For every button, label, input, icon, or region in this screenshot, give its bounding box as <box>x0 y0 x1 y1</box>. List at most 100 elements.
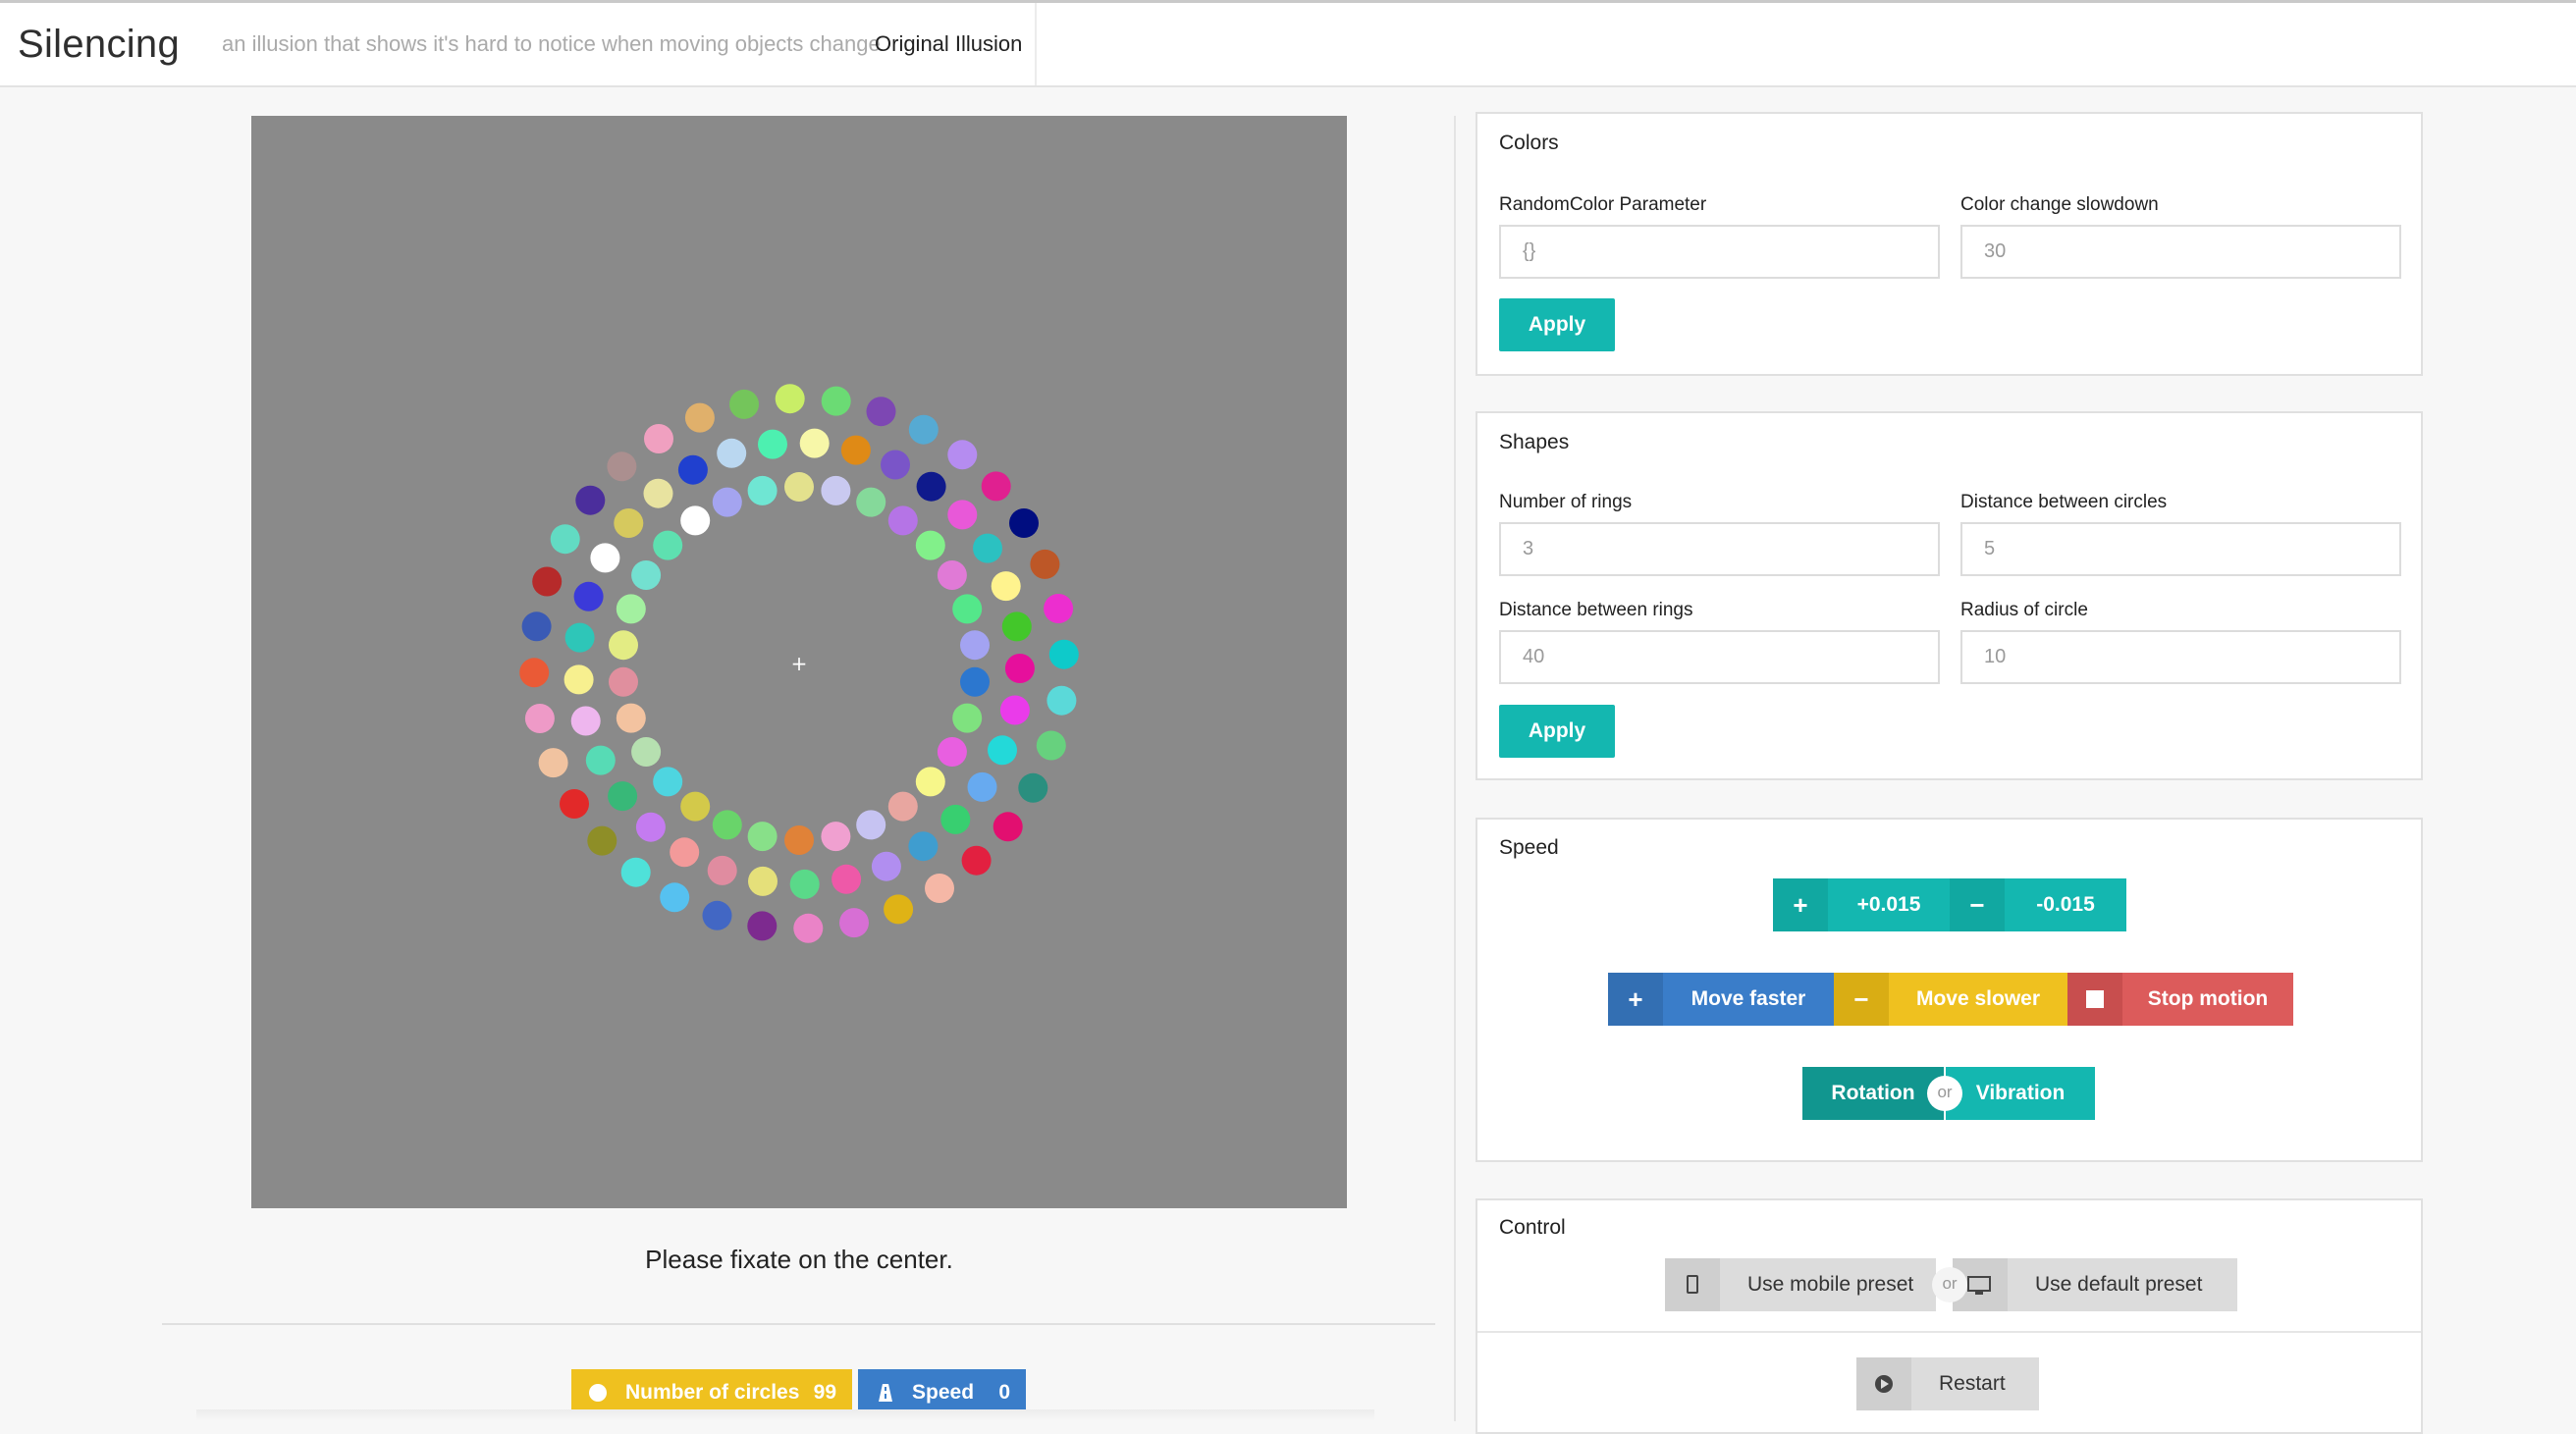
speed-plus-button[interactable]: + +0.015 <box>1773 878 1950 931</box>
left-divider <box>162 1323 1435 1325</box>
ring-3-dot <box>947 440 978 470</box>
ring-1-dot <box>960 666 990 697</box>
ring-1-dot <box>609 630 638 661</box>
ring-3-dot <box>839 908 869 938</box>
default-preset-label: Use default preset <box>2035 1273 2203 1296</box>
ring-1-dot <box>915 767 945 797</box>
plus-icon: + <box>1773 878 1828 931</box>
stop-icon <box>2067 973 2122 1026</box>
fixation-instruction: Please fixate on the center. <box>645 1245 953 1274</box>
ring-1-dot <box>680 791 711 822</box>
ring-1-dot <box>653 767 683 797</box>
ring-1-dot <box>952 703 983 733</box>
ring-3-dot <box>1036 730 1066 761</box>
ring-2-dot <box>573 581 604 611</box>
ring-2-dot <box>991 571 1021 602</box>
rings-label: Number of rings <box>1499 492 1633 512</box>
rotation-button[interactable]: Rotation <box>1802 1067 1944 1120</box>
ring-2-dot <box>1004 654 1035 683</box>
ring-3-dot <box>993 812 1023 842</box>
ring-3-dot <box>1018 772 1048 803</box>
color-slowdown-input[interactable]: 30 <box>1960 225 2401 279</box>
circle-radius-input[interactable]: 10 <box>1960 630 2401 684</box>
ring-1-dot <box>856 487 886 517</box>
fixation-cross: + <box>791 652 808 675</box>
ring-1-dot <box>784 825 814 855</box>
ring-2-dot <box>707 855 737 885</box>
ring-distance-input[interactable]: 40 <box>1499 630 1940 684</box>
nav-link-original-illusion[interactable]: Original Illusion <box>854 3 1037 85</box>
ring-2-dot <box>947 500 978 530</box>
ring-2-dot <box>916 471 946 502</box>
ring-3-dot <box>524 704 555 733</box>
ring-3-dot <box>519 658 550 688</box>
mobile-preset-button[interactable]: Use mobile preset <box>1665 1258 1936 1311</box>
circle-radius-label: Radius of circle <box>1960 600 2088 620</box>
ring-2-dot <box>967 771 997 802</box>
ring-2-dot <box>988 735 1017 766</box>
ring-2-dot <box>635 812 666 842</box>
ring-3-dot <box>821 386 851 416</box>
mobile-preset-label: Use mobile preset <box>1747 1273 1914 1296</box>
ring-2-dot <box>908 831 939 862</box>
ring-3-dot <box>607 451 637 482</box>
shapes-apply-button[interactable]: Apply <box>1499 705 1615 758</box>
ring-3-dot <box>866 397 896 427</box>
ring-3-dot <box>1046 685 1077 716</box>
ring-1-dot <box>856 810 886 840</box>
stop-motion-label: Stop motion <box>2147 987 2269 1010</box>
tagline: an illusion that shows it's hard to noti… <box>222 31 881 56</box>
ring-1-dot <box>952 594 983 624</box>
ring-2-dot <box>677 454 708 485</box>
restart-button[interactable]: Restart <box>1856 1357 2039 1410</box>
ring-3-dot <box>729 389 759 419</box>
move-faster-button[interactable]: + Move faster <box>1608 973 1834 1026</box>
road-icon <box>874 1369 897 1434</box>
minus-icon: − <box>1950 878 2005 931</box>
speed-minus-button[interactable]: − -0.015 <box>1950 878 2126 931</box>
ring-1-dot <box>821 475 851 505</box>
ring-3-dot <box>575 485 606 515</box>
colors-panel-title: Colors <box>1499 132 1559 154</box>
ring-2-dot <box>614 508 644 538</box>
stop-motion-button[interactable]: Stop motion <box>2067 973 2293 1026</box>
ring-1-dot <box>821 822 851 852</box>
colors-apply-button[interactable]: Apply <box>1499 298 1615 351</box>
ring-3-dot <box>532 566 563 597</box>
navbar: Silencing an illusion that shows it's ha… <box>0 3 2576 87</box>
ring-2-dot <box>758 429 787 459</box>
ring-2-dot <box>973 533 1002 563</box>
circle-distance-input[interactable]: 5 <box>1960 522 2401 576</box>
ring-3-dot <box>793 913 824 943</box>
color-slowdown-label: Color change slowdown <box>1960 194 2159 215</box>
control-divider <box>1477 1331 2421 1333</box>
ring-2-dot <box>670 837 700 868</box>
ring-3-dot <box>560 789 589 819</box>
move-slower-button[interactable]: − Move slower <box>1834 973 2067 1026</box>
ring-1-dot <box>680 505 711 536</box>
vibration-button[interactable]: Vibration <box>1946 1067 2095 1120</box>
ring-3-dot <box>1048 639 1079 669</box>
ring-3-dot <box>660 882 690 913</box>
ring-2-dot <box>564 664 594 695</box>
ring-1-dot <box>747 475 778 505</box>
mobile-icon <box>1665 1258 1720 1311</box>
default-preset-button[interactable]: Use default preset <box>1953 1258 2237 1311</box>
ring-3-dot <box>644 424 673 453</box>
ring-3-dot <box>884 894 914 925</box>
ring-2-dot <box>585 745 616 775</box>
ring-1-dot <box>631 560 662 590</box>
ring-2-dot <box>940 804 971 834</box>
ring-2-dot <box>799 428 830 458</box>
ring-1-dot <box>784 472 814 502</box>
ring-2-dot <box>871 851 901 881</box>
ring-1-dot <box>609 666 638 697</box>
random-color-input[interactable]: {} <box>1499 225 1940 279</box>
or-separator: or <box>1932 1267 1967 1302</box>
ring-3-dot <box>702 900 732 930</box>
brand-title[interactable]: Silencing <box>18 23 180 67</box>
rings-input[interactable]: 3 <box>1499 522 1940 576</box>
ring-3-dot <box>1009 508 1039 538</box>
random-color-label: RandomColor Parameter <box>1499 194 1707 215</box>
ring-1-dot <box>747 822 778 852</box>
